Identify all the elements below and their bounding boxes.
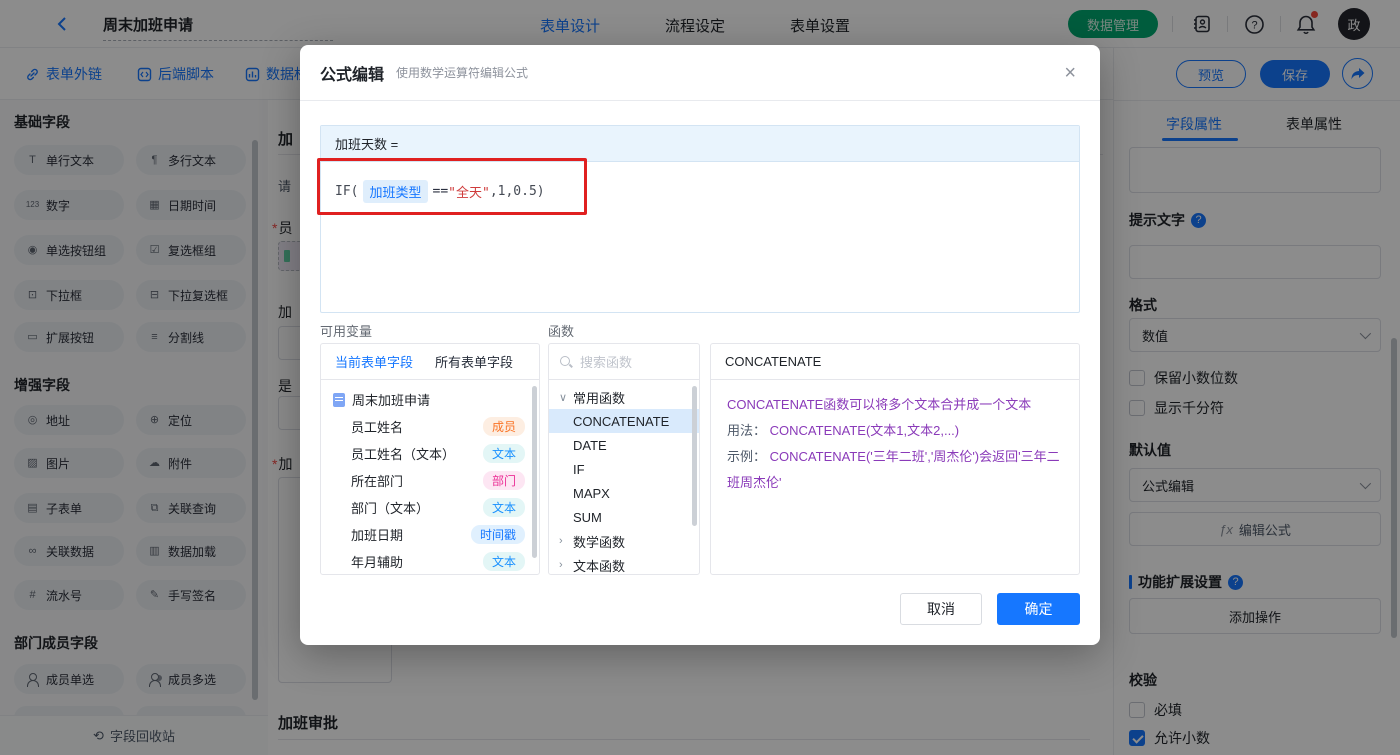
variable-item[interactable]: 所在部门 部门 [321, 467, 539, 494]
chevron-right-icon: › [559, 559, 563, 571]
functions-scrollbar[interactable] [692, 386, 697, 526]
form-designer-screen: 周末加班申请 表单设计 流程设定 表单设置 数据管理 ? 政 表单外链 后端脚本 [0, 0, 1400, 755]
close-icon[interactable]: × [1064, 63, 1076, 83]
variable-item[interactable]: 年月辅助 文本 [321, 548, 539, 574]
chevron-right-icon: › [559, 535, 563, 547]
functions-label: 函数 [548, 324, 575, 339]
variable-item[interactable]: 部门（文本） 文本 [321, 494, 539, 521]
modal-header: 公式编辑 使用数学运算符编辑公式 × [300, 45, 1100, 101]
formula-string-literal: "全天" [448, 186, 490, 201]
function-item-if[interactable]: IF [549, 457, 699, 481]
formula-operator: == [432, 184, 449, 199]
type-badge: 文本 [482, 552, 525, 571]
type-badge: 文本 [482, 498, 525, 517]
formula-prefix: IF( [335, 184, 359, 199]
function-group-text[interactable]: › 文本函数 [549, 553, 699, 574]
variable-item[interactable]: 加班日期 时间戳 [321, 521, 539, 548]
type-badge: 部门 [482, 471, 525, 490]
description-function-name: CONCATENATE [725, 354, 822, 369]
function-item-date[interactable]: DATE [549, 433, 699, 457]
type-badge: 成员 [482, 417, 525, 436]
type-badge: 时间戳 [470, 525, 525, 544]
function-group-common[interactable]: ∨ 常用函数 [549, 385, 699, 409]
function-description-panel: CONCATENATE CONCATENATE函数可以将多个文本合并成一个文本 … [710, 343, 1080, 575]
formula-editor[interactable]: 加班天数 = IF( 加班类型 == "全天" ,1,0.5) [320, 125, 1080, 313]
tab-current-form-fields[interactable]: 当前表单字段 [335, 352, 413, 371]
function-group-math[interactable]: › 数学函数 [549, 529, 699, 553]
confirm-button[interactable]: 确定 [997, 593, 1080, 625]
variable-item[interactable]: 员工姓名 成员 [321, 413, 539, 440]
variables-tabs: 当前表单字段 所有表单字段 [321, 344, 539, 380]
chevron-down-icon: ∨ [559, 391, 568, 404]
description-title-row: CONCATENATE [711, 344, 1079, 380]
description-body: CONCATENATE函数可以将多个文本合并成一个文本 用法： CONCATEN… [727, 397, 1060, 490]
formula-editor-modal: 公式编辑 使用数学运算符编辑公式 × 加班天数 = IF( 加班类型 == "全… [300, 45, 1100, 645]
modal-title: 公式编辑 [320, 66, 385, 84]
search-icon [559, 355, 573, 369]
formula-expression[interactable]: IF( 加班类型 == "全天" ,1,0.5) [321, 162, 1079, 221]
variables-label: 可用变量 [320, 324, 373, 339]
function-item-concatenate[interactable]: CONCATENATE [549, 409, 699, 433]
cancel-button[interactable]: 取消 [900, 593, 982, 625]
variables-scrollbar[interactable] [532, 386, 537, 558]
function-item-sum[interactable]: SUM [549, 505, 699, 529]
modal-subtitle: 使用数学运算符编辑公式 [396, 66, 529, 80]
formula-suffix: ,1,0.5) [489, 184, 545, 199]
usage-label: 用法： [727, 423, 767, 438]
functions-panel: 搜索函数 ∨ 常用函数 CONCATENATE DATE IF MAPX SUM… [548, 343, 700, 575]
formula-target: 加班天数 = [321, 126, 1079, 162]
variable-item[interactable]: 员工姓名（文本） 文本 [321, 440, 539, 467]
search-placeholder: 搜索函数 [580, 355, 633, 370]
variable-tree-root[interactable]: 周末加班申请 [321, 386, 539, 413]
formula-field-token[interactable]: 加班类型 [363, 180, 428, 203]
variables-panel: 当前表单字段 所有表单字段 周末加班申请 员工姓名 成员 员工姓名（文本） 文本… [320, 343, 540, 575]
function-item-mapx[interactable]: MAPX [549, 481, 699, 505]
form-doc-icon [333, 392, 345, 407]
example-label: 示例： [727, 449, 767, 464]
tab-all-form-fields[interactable]: 所有表单字段 [435, 352, 513, 371]
function-search[interactable]: 搜索函数 [549, 344, 699, 380]
type-badge: 文本 [482, 444, 525, 463]
